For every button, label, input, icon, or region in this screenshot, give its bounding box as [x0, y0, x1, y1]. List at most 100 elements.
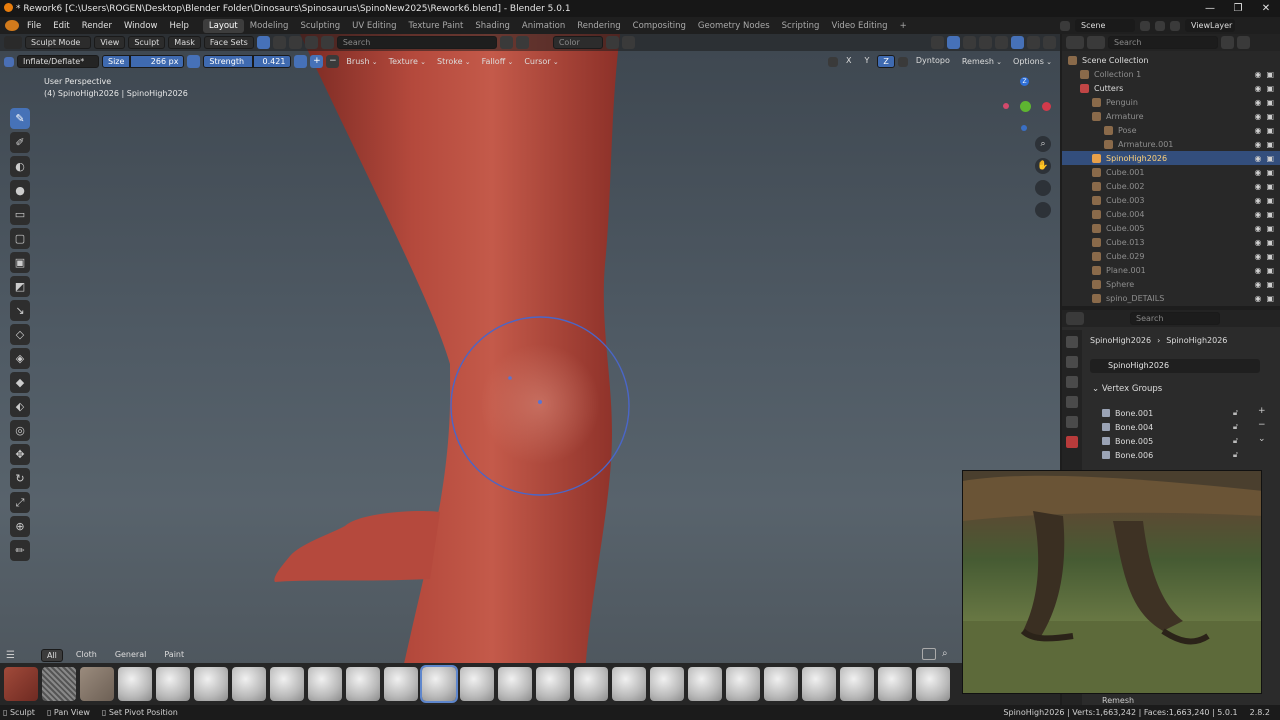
- hide-box-tool-icon[interactable]: ▢: [10, 228, 30, 249]
- viewlayer-icon[interactable]: [1170, 20, 1180, 31]
- menu-face-sets[interactable]: Face Sets: [203, 36, 254, 49]
- menu-file[interactable]: File: [21, 21, 47, 31]
- line-project-tool-icon[interactable]: ↘: [10, 300, 30, 321]
- eye-icon[interactable]: ◉: [1254, 266, 1261, 275]
- asset-brush-grab[interactable]: [802, 667, 836, 701]
- asset-brush-crease[interactable]: [232, 667, 266, 701]
- camera-render-icon[interactable]: ▣: [1266, 224, 1274, 233]
- menu-mask[interactable]: Mask: [168, 36, 201, 49]
- viewport-scene[interactable]: [0, 34, 1060, 705]
- strength-field[interactable]: 0.421: [253, 55, 292, 68]
- eye-icon[interactable]: ◉: [1254, 252, 1261, 261]
- lock-icon[interactable]: 🔓︎: [1233, 422, 1238, 432]
- cursor-dropdown[interactable]: Cursor: [520, 57, 562, 66]
- stroke-dropdown[interactable]: Stroke: [433, 57, 475, 66]
- edit-face-set-tool-icon[interactable]: ⬖: [10, 396, 30, 417]
- gizmo-z-axis[interactable]: Z: [1020, 77, 1029, 86]
- workspace-tab-animation[interactable]: Animation: [516, 19, 571, 33]
- falloff-dropdown[interactable]: Falloff: [478, 57, 518, 66]
- lock-axis-icon[interactable]: [897, 56, 908, 67]
- asset-brush-flatten[interactable]: [764, 667, 798, 701]
- vertex-group-item[interactable]: Bone.001 🔓︎: [1062, 406, 1252, 420]
- eye-icon[interactable]: ◉: [1254, 140, 1261, 149]
- asset-brush-thumb[interactable]: [726, 667, 760, 701]
- workspace-tab-layout[interactable]: Layout: [202, 18, 244, 33]
- gizmo-neg-z-axis[interactable]: [1021, 125, 1027, 131]
- camera-render-icon[interactable]: ▣: [1266, 238, 1274, 247]
- eye-icon[interactable]: ◉: [1254, 238, 1261, 247]
- minimize-button[interactable]: —: [1196, 0, 1224, 17]
- close-button[interactable]: ✕: [1252, 0, 1280, 17]
- menu-edit[interactable]: Edit: [47, 21, 75, 31]
- viewlayer-selector[interactable]: ViewLayer: [1185, 19, 1235, 32]
- asset-brush-clay-strips[interactable]: [194, 667, 228, 701]
- asset-brush-slide[interactable]: [916, 667, 950, 701]
- asset-tab-general[interactable]: General: [110, 649, 152, 662]
- lock-icon[interactable]: 🔓︎: [1233, 436, 1238, 446]
- asset-brush-elastic[interactable]: [346, 667, 380, 701]
- asset-brush-rotate[interactable]: [878, 667, 912, 701]
- mask-tool-icon[interactable]: [272, 36, 286, 49]
- bookmark-icon[interactable]: [499, 36, 513, 49]
- workspace-tab-scripting[interactable]: Scripting: [776, 19, 826, 33]
- eye-icon[interactable]: ◉: [1254, 280, 1261, 289]
- lock-icon[interactable]: 🔓︎: [1233, 408, 1238, 418]
- outliner-row[interactable]: SpinoHigh2026 ◉ ▣: [1062, 151, 1280, 165]
- outliner-search-input[interactable]: Search: [1108, 36, 1218, 49]
- color-attribute-button[interactable]: Color: [552, 36, 603, 49]
- camera-view-icon[interactable]: [621, 36, 635, 49]
- blender-menu-icon[interactable]: [5, 20, 19, 31]
- asset-brush-skin-texture[interactable]: [80, 667, 114, 701]
- outliner-row[interactable]: Pose ◉ ▣: [1062, 123, 1280, 137]
- clay-tool-icon[interactable]: ◐: [10, 156, 30, 177]
- scene-icon[interactable]: [1060, 20, 1070, 31]
- asset-brush-clay[interactable]: [156, 667, 190, 701]
- asset-brush-multiplane[interactable]: [498, 667, 532, 701]
- add-vertex-group-button[interactable]: +: [1258, 406, 1266, 416]
- symmetry-icon[interactable]: [256, 36, 270, 49]
- size-field[interactable]: 266 px: [130, 55, 185, 68]
- eye-icon[interactable]: ◉: [1254, 70, 1261, 79]
- strength-pressure-icon[interactable]: [294, 55, 308, 68]
- transform-tool-icon[interactable]: ⊕: [10, 516, 30, 537]
- asset-brush-layer[interactable]: [460, 667, 494, 701]
- eye-icon[interactable]: ◉: [1254, 210, 1261, 219]
- outliner-row[interactable]: Armature ◉ ▣: [1062, 109, 1280, 123]
- delete-scene-icon[interactable]: [1155, 20, 1165, 31]
- mesh-filter-tool-icon[interactable]: ◇: [10, 324, 30, 345]
- camera-render-icon[interactable]: ▣: [1266, 266, 1274, 275]
- camera-render-icon[interactable]: ▣: [1266, 252, 1274, 261]
- asset-brush-draw[interactable]: [270, 667, 304, 701]
- outliner-row[interactable]: spino_DETAILS ◉ ▣: [1062, 291, 1280, 305]
- asset-brush-pose[interactable]: [840, 667, 874, 701]
- trim-icon[interactable]: [320, 36, 334, 49]
- eye-icon[interactable]: ◉: [1254, 294, 1261, 303]
- brush-selector[interactable]: Inflate/Deflate*: [17, 55, 99, 68]
- asset-brush-blob[interactable]: [118, 667, 152, 701]
- mask-box-tool-icon[interactable]: ▭: [10, 204, 30, 225]
- direction-subtract-icon[interactable]: −: [326, 55, 340, 68]
- paint-tool-icon[interactable]: ●: [10, 180, 30, 201]
- shading-solid-icon[interactable]: [1011, 36, 1024, 49]
- outliner[interactable]: Search Scene Collection Collection 1 ◉ ▣ Cut…: [1062, 34, 1280, 306]
- outliner-row[interactable]: Cube.005 ◉ ▣: [1062, 221, 1280, 235]
- outliner-display-mode-icon[interactable]: [1087, 36, 1105, 49]
- outliner-editor-type-icon[interactable]: [1066, 36, 1084, 49]
- viewport-search-input[interactable]: Search: [336, 36, 497, 49]
- outliner-row[interactable]: Cube.003 ◉ ▣: [1062, 193, 1280, 207]
- outliner-row[interactable]: Cube.029 ◉ ▣: [1062, 249, 1280, 263]
- asset-brush-nudge[interactable]: [536, 667, 570, 701]
- outliner-row[interactable]: Cube.004 ◉ ▣: [1062, 207, 1280, 221]
- properties-editor-type-icon[interactable]: [1066, 312, 1084, 325]
- direction-add-icon[interactable]: +: [310, 55, 324, 68]
- mask-by-color-tool-icon[interactable]: ◎: [10, 420, 30, 441]
- asset-brush-draw-sharp[interactable]: [308, 667, 342, 701]
- asset-shelf-menu-icon[interactable]: ☰: [6, 650, 15, 661]
- outliner-row[interactable]: Cutters ◉ ▣: [1062, 81, 1280, 95]
- 3d-viewport[interactable]: Sculpt Mode View Sculpt Mask Face Sets S…: [0, 34, 1060, 705]
- menu-sculpt[interactable]: Sculpt: [128, 36, 166, 49]
- brush-dropdown[interactable]: Brush: [342, 57, 381, 66]
- new-collection-icon[interactable]: [1237, 36, 1250, 49]
- eye-icon[interactable]: ◉: [1254, 182, 1261, 191]
- lock-icon[interactable]: 🔓︎: [1233, 450, 1238, 460]
